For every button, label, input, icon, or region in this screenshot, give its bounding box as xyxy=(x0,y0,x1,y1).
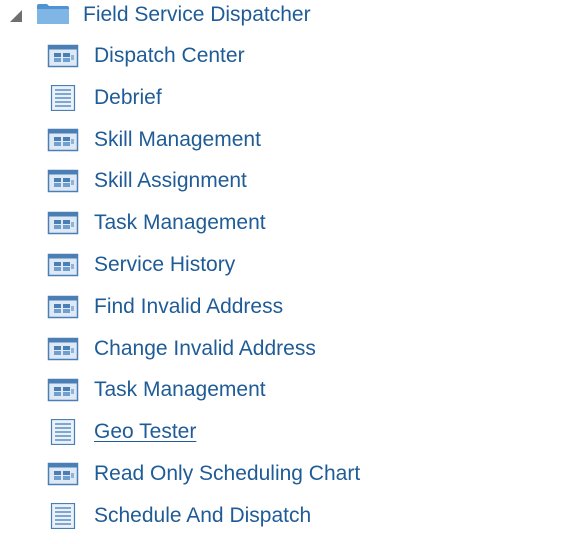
tree-node-field-service-dispatcher[interactable]: Field Service Dispatcher xyxy=(0,0,572,30)
tree-item-label[interactable]: Geo Tester xyxy=(94,419,196,445)
tree-item-label[interactable]: Change Invalid Address xyxy=(94,336,316,362)
tree-item-find-invalid-address[interactable]: Find Invalid Address xyxy=(0,291,572,325)
document-icon xyxy=(47,84,79,111)
tree-item-label[interactable]: Task Management xyxy=(94,377,266,403)
window-icon xyxy=(47,43,79,69)
tree-node-label[interactable]: Field Service Dispatcher xyxy=(83,2,311,28)
tree-item-service-history[interactable]: Service History xyxy=(0,249,572,283)
tree-item-task-management[interactable]: Task Management xyxy=(0,374,572,408)
window-icon xyxy=(47,168,79,194)
folder-icon xyxy=(37,4,69,24)
tree-item-read-only-scheduling-chart[interactable]: Read Only Scheduling Chart xyxy=(0,458,572,492)
tree-item-label[interactable]: Read Only Scheduling Chart xyxy=(94,461,360,487)
document-icon xyxy=(47,502,79,529)
tree-item-debrief[interactable]: Debrief xyxy=(0,82,572,116)
tree-item-label[interactable]: Debrief xyxy=(94,85,162,111)
window-icon xyxy=(47,461,79,487)
window-icon xyxy=(47,294,79,320)
tree-item-label[interactable]: Skill Assignment xyxy=(94,168,247,194)
window-icon xyxy=(47,252,79,278)
tree-item-change-invalid-address[interactable]: Change Invalid Address xyxy=(0,333,572,367)
tree-item-skill-management[interactable]: Skill Management xyxy=(0,124,572,158)
window-icon xyxy=(47,210,79,236)
tree-item-label[interactable]: Service History xyxy=(94,252,235,278)
tree-item-schedule-and-dispatch[interactable]: Schedule And Dispatch xyxy=(0,500,572,534)
tree-item-label[interactable]: Task Management xyxy=(94,210,266,236)
window-icon xyxy=(47,336,79,362)
window-icon xyxy=(47,127,79,153)
window-icon xyxy=(47,377,79,403)
collapse-triangle-icon[interactable] xyxy=(9,9,23,23)
tree-item-skill-assignment[interactable]: Skill Assignment xyxy=(0,165,572,199)
tree-item-label[interactable]: Skill Management xyxy=(94,127,261,153)
tree-item-task-management[interactable]: Task Management xyxy=(0,207,572,241)
tree-item-label[interactable]: Find Invalid Address xyxy=(94,294,283,320)
document-icon xyxy=(47,419,79,446)
tree-item-label[interactable]: Dispatch Center xyxy=(94,43,245,69)
tree-item-geo-tester[interactable]: Geo Tester xyxy=(0,416,572,450)
tree-item-dispatch-center[interactable]: Dispatch Center xyxy=(0,40,572,74)
tree-item-label[interactable]: Schedule And Dispatch xyxy=(94,503,311,529)
